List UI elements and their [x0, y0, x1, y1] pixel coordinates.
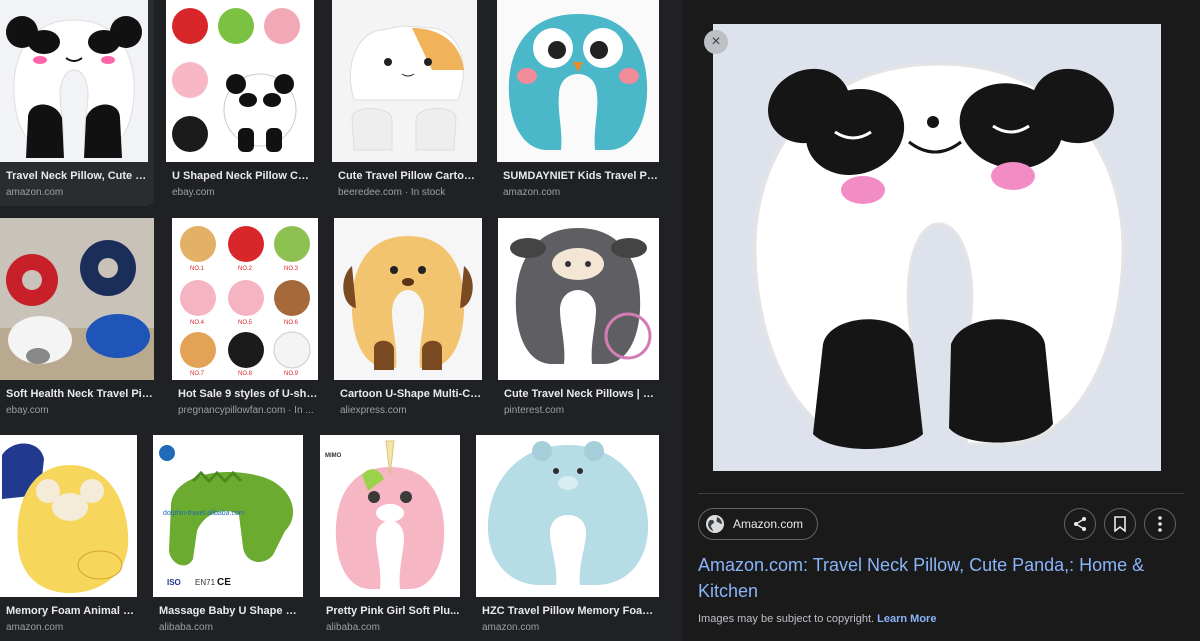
learn-more-link[interactable]: Learn More [877, 613, 936, 625]
result-thumbnail[interactable] [0, 435, 137, 597]
result-thumbnail[interactable] [334, 218, 482, 380]
result-source: amazon.com [503, 187, 561, 198]
panda-pillow-icon [713, 24, 1161, 471]
result-card[interactable]: Cute Travel Pillow Cartoon... beeredee.c… [332, 0, 478, 206]
result-card[interactable]: MIMO Pretty Pink Girl Soft Plu... alibab… [320, 435, 464, 635]
thumb-label: NO.1 [190, 266, 205, 272]
result-card[interactable]: Travel Neck Pillow, Cute P... amazon.com [0, 0, 154, 206]
result-source: beeredee.com · In stock [338, 187, 446, 198]
result-source: amazon.com [6, 622, 64, 633]
page-title-link[interactable]: Amazon.com: Travel Neck Pillow, Cute Pan… [698, 552, 1168, 604]
result-source: amazon.com [6, 187, 64, 198]
thumb-badge: ISO [167, 578, 181, 587]
result-card[interactable]: dolphin-travel.alibaba.com ISO EN71 CE M… [153, 435, 305, 635]
result-thumbnail[interactable]: MIMO [320, 435, 460, 597]
crocodile-pillow-icon: dolphin-travel.alibaba.com ISO EN71 CE [153, 435, 303, 597]
result-source: pinterest.com [504, 405, 565, 416]
preview-image[interactable] [713, 24, 1161, 471]
thumb-badge: MIMO [325, 453, 342, 459]
result-title[interactable]: Cute Travel Pillow Cartoon... [338, 170, 478, 182]
bookmark-icon [1114, 516, 1126, 532]
result-title[interactable]: Massage Baby U Shape Ne... [159, 605, 303, 617]
result-thumbnail[interactable] [166, 0, 314, 162]
tiger-pillow-icon [0, 435, 137, 597]
dog-pillow-icon [334, 218, 482, 380]
result-card[interactable]: NO.1 NO.2 NO.3 NO.4 NO.5 NO.6 NO.7 NO.8 … [172, 218, 318, 418]
result-thumbnail[interactable] [332, 0, 477, 162]
assorted-pillows-icon [0, 218, 154, 380]
result-title[interactable]: Pretty Pink Girl Soft Plu... [326, 605, 462, 617]
result-source: alibaba.com [326, 622, 380, 633]
result-title[interactable]: Cute Travel Neck Pillows | Tv... [504, 388, 660, 400]
more-vert-icon [1158, 516, 1162, 532]
result-source: ebay.com [6, 405, 49, 416]
result-title[interactable]: SUMDAYNIET Kids Travel Pill... [503, 170, 659, 182]
animal-pillows-assortment-icon [166, 0, 314, 162]
share-icon [1074, 517, 1086, 531]
cow-pillow-icon [498, 218, 659, 380]
result-card[interactable]: Cartoon U-Shape Multi-Co... aliexpress.c… [334, 218, 484, 418]
thumb-label: NO.3 [284, 266, 299, 272]
share-button[interactable] [1064, 508, 1096, 540]
preview-panel: × Amazon.com Amazon.com: Travel Neck Pil… [682, 0, 1200, 641]
result-thumbnail[interactable] [0, 218, 154, 380]
more-options-button[interactable] [1144, 508, 1176, 540]
result-card[interactable]: SUMDAYNIET Kids Travel Pill... amazon.co… [497, 0, 659, 206]
panda-pillow-icon [0, 0, 148, 162]
result-title[interactable]: U Shaped Neck Pillow Cut... [172, 170, 310, 182]
thumb-label: NO.9 [284, 371, 299, 377]
owl-pillow-icon [497, 0, 659, 162]
result-title[interactable]: Cartoon U-Shape Multi-Co... [340, 388, 484, 400]
result-source: ebay.com [172, 187, 215, 198]
site-chip[interactable]: Amazon.com [698, 508, 819, 540]
site-name: Amazon.com [733, 517, 804, 531]
result-title[interactable]: Travel Neck Pillow, Cute P... [6, 170, 150, 182]
save-button[interactable] [1104, 508, 1136, 540]
globe-icon [706, 515, 724, 533]
thumb-label: NO.5 [238, 320, 253, 326]
close-icon[interactable]: × [704, 30, 728, 54]
cat-hood-pillow-icon [332, 0, 477, 162]
nine-styles-pillows-icon: NO.1 NO.2 NO.3 NO.4 NO.5 NO.6 NO.7 NO.8 … [172, 218, 318, 380]
result-card[interactable]: HZC Travel Pillow Memory Foam ... amazon… [476, 435, 660, 635]
thumb-badge: CE [217, 577, 231, 588]
thumb-label: NO.8 [238, 371, 253, 377]
result-title[interactable]: Hot Sale 9 styles of U-sha... [178, 388, 318, 400]
thumb-label: NO.7 [190, 371, 205, 377]
result-source: alibaba.com [159, 622, 213, 633]
thumb-watermark: dolphin-travel.alibaba.com [163, 510, 245, 517]
thumb-label: NO.6 [284, 320, 299, 326]
result-source: aliexpress.com [340, 405, 407, 416]
result-title[interactable]: HZC Travel Pillow Memory Foam ... [482, 605, 660, 617]
copyright-text: Images may be subject to copyright. [698, 613, 875, 625]
thumb-badge: EN71 [195, 578, 216, 587]
result-card[interactable]: U Shaped Neck Pillow Cut... ebay.com [166, 0, 314, 206]
bear-pillow-icon [476, 435, 659, 597]
result-thumbnail[interactable] [476, 435, 659, 597]
result-card[interactable]: Memory Foam Animal T... amazon.com [0, 435, 140, 635]
result-thumbnail[interactable]: dolphin-travel.alibaba.com ISO EN71 CE [153, 435, 303, 597]
result-card[interactable]: Soft Health Neck Travel Pill... ebay.com [0, 218, 154, 418]
result-thumbnail[interactable] [498, 218, 659, 380]
results-grid: Travel Neck Pillow, Cute P... amazon.com… [0, 0, 668, 641]
divider [698, 493, 1184, 494]
result-title[interactable]: Memory Foam Animal T... [6, 605, 136, 617]
result-thumbnail[interactable] [497, 0, 659, 162]
result-source: pregnancypillowfan.com · In ... [178, 405, 314, 416]
result-source: amazon.com [482, 622, 540, 633]
thumb-label: NO.4 [190, 320, 205, 326]
thumb-label: NO.2 [238, 266, 253, 272]
result-thumbnail[interactable] [0, 0, 148, 162]
result-thumbnail[interactable]: NO.1 NO.2 NO.3 NO.4 NO.5 NO.6 NO.7 NO.8 … [172, 218, 318, 380]
unicorn-pillow-icon: MIMO [320, 435, 460, 597]
result-card[interactable]: Cute Travel Neck Pillows | Tv... pintere… [498, 218, 660, 418]
result-title[interactable]: Soft Health Neck Travel Pill... [6, 388, 154, 400]
copyright-notice: Images may be subject to copyright. Lear… [698, 613, 936, 625]
